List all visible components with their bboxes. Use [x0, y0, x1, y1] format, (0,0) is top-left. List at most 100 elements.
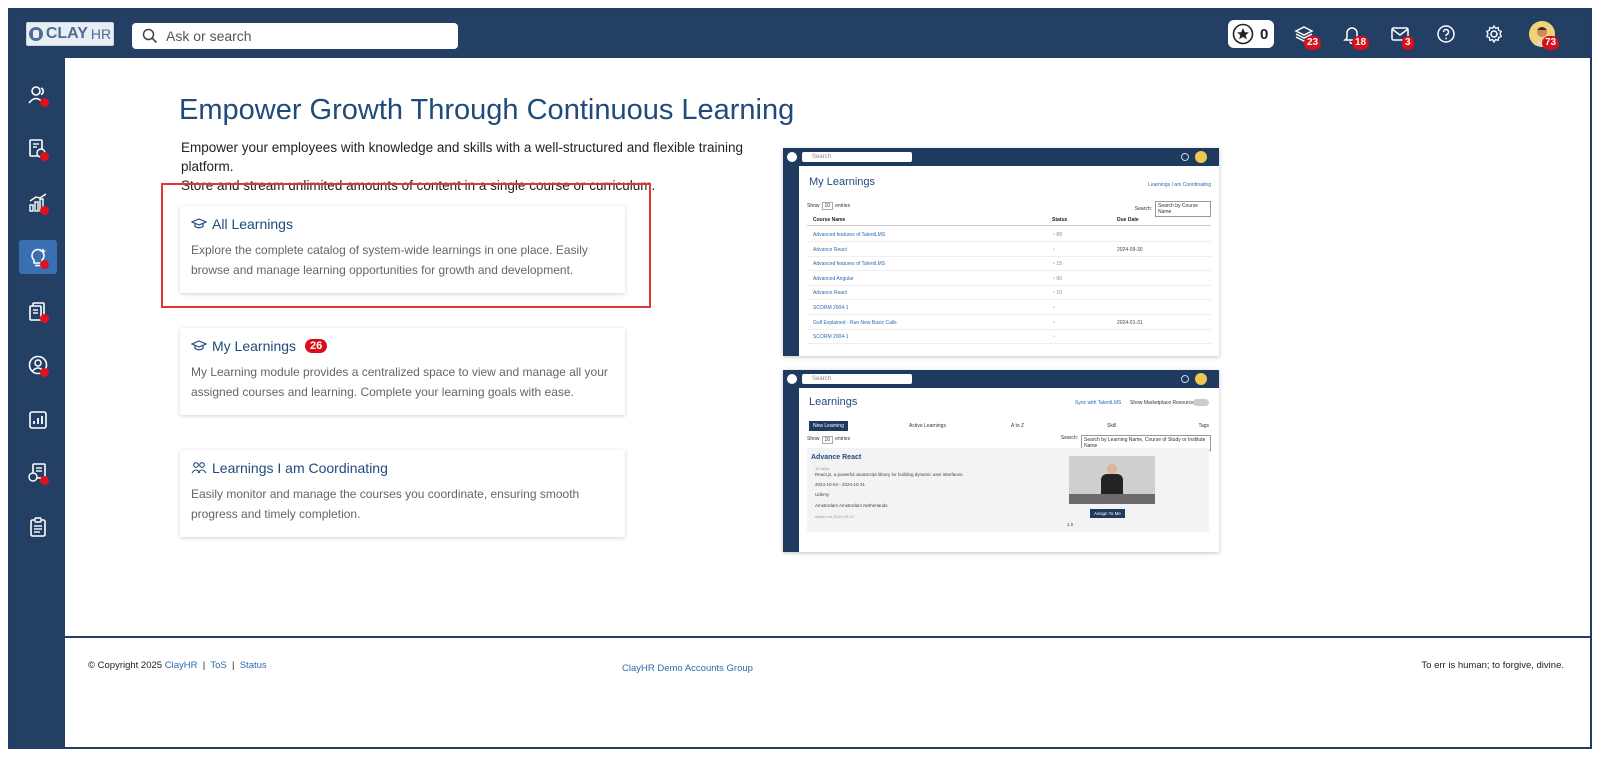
search-input[interactable] [166, 28, 446, 44]
table-row: Advanced features of TalentLMS ◔ 89 [807, 228, 1211, 242]
sidebar-dot [40, 98, 49, 107]
preview-table-header: Course Name Status Due Date [807, 214, 1211, 226]
bar-chart-icon [29, 411, 47, 429]
row-status: ◔ 10 [1052, 290, 1062, 297]
preview-sidebar [783, 388, 799, 552]
course-type: Udemy [815, 492, 830, 497]
card-title: All Learnings [212, 216, 293, 232]
sidebar-dot [40, 260, 49, 269]
row-status: ◔ [1052, 246, 1056, 253]
sidebar-dot [40, 152, 49, 161]
card-title: My Learnings [212, 338, 297, 354]
graduation-cap-icon [191, 340, 207, 351]
my-learnings-count-badge: 26 [305, 339, 328, 353]
settings-button[interactable] [1480, 20, 1508, 48]
avatar-badge: 73 [1542, 36, 1560, 50]
status-link[interactable]: Status [240, 660, 267, 671]
global-search[interactable] [132, 23, 458, 49]
preview-topbar: Search [783, 148, 1219, 166]
card-coordinating[interactable]: Learnings I am Coordinating Easily monit… [180, 450, 625, 537]
show-label: Show [807, 436, 820, 442]
preview-gear-icon [1181, 375, 1189, 383]
row-status: ◔ [1052, 305, 1056, 311]
app-window: CLAY HR 0 23 18 3 7 [8, 8, 1592, 749]
row-course-name: Golf Explained - Run New Basic Calls [813, 319, 897, 326]
table-row: Golf Explained - Run New Basic Calls ◔ 20… [807, 316, 1211, 330]
row-course-name: Advanced Angular [813, 275, 854, 282]
preview-filter-skill: Skill [1107, 423, 1117, 429]
table-row: Advanced features of TalentLMS ◔ 15 [807, 257, 1211, 272]
course-video-thumbnail [1069, 456, 1155, 504]
help-button[interactable] [1432, 20, 1460, 48]
points-pill[interactable]: 0 [1228, 20, 1274, 48]
table-row: Advance React ◔ 2024-09-30 [807, 243, 1211, 257]
messages-button[interactable]: 3 [1386, 20, 1414, 50]
card-all-learnings[interactable]: All Learnings Explore the complete catal… [180, 206, 625, 293]
row-status: ◔ [1052, 319, 1056, 326]
preview-show-entries: Show 10 entries [807, 202, 850, 210]
row-status: ◔ 15 [1052, 261, 1062, 268]
sidebar-item-profile[interactable] [19, 348, 57, 382]
preview-topbar: Search [783, 370, 1219, 388]
sidebar-item-checklist[interactable] [19, 510, 57, 544]
sidebar-item-reports[interactable] [19, 403, 57, 437]
card-description: Explore the complete catalog of system-w… [191, 243, 588, 277]
sidebar-item-documents[interactable] [19, 294, 57, 328]
clayhr-logo[interactable]: CLAY HR [26, 22, 114, 46]
clayhr-link[interactable]: ClayHR [165, 660, 198, 671]
preview-title: Learnings [809, 396, 858, 408]
sidebar-dot [40, 206, 49, 215]
subtitle-line-1: Empower your employees with knowledge an… [181, 140, 744, 174]
row-status: ◔ 90 [1052, 275, 1062, 282]
sidebar-item-recruiting[interactable] [19, 456, 57, 490]
preview-logo-icon [787, 374, 797, 384]
footer-left: © Copyright 2025 ClayHR | ToS | Status [88, 660, 267, 671]
user-avatar[interactable]: 73 [1528, 20, 1560, 50]
sidebar-item-learning[interactable] [19, 240, 57, 274]
card-my-learnings[interactable]: My Learnings 26 My Learning module provi… [180, 328, 625, 415]
tos-link[interactable]: ToS [210, 660, 226, 671]
sidebar-item-performance[interactable] [19, 186, 57, 220]
row-course-name: Advance React [813, 246, 847, 253]
preview-search: Search [802, 152, 912, 162]
footer-separator: | [231, 660, 235, 671]
preview-filter-active: Active Learnings [909, 423, 946, 429]
entries-label: entries [835, 436, 851, 442]
preview-link: Learnings I am Coordinating [1148, 182, 1211, 188]
courses-button[interactable]: 23 [1290, 20, 1322, 50]
table-row: Advance React ◔ 10 [807, 286, 1211, 301]
preview-show-entries: Show 10 entries [807, 436, 850, 444]
sidebar-item-people[interactable] [19, 78, 57, 112]
table-row: SCORM 2004-1 ◔ [807, 301, 1211, 315]
sidebar [10, 58, 65, 747]
users-group-icon [191, 462, 207, 474]
entries-select: 10 [821, 202, 834, 210]
graduation-cap-icon [191, 218, 207, 229]
help-icon [1437, 25, 1455, 43]
course-desc: React.js, a powerful JavaScript library … [815, 472, 964, 477]
course-title: Advance React [811, 454, 862, 461]
assign-button: Assign To Me [1090, 509, 1125, 518]
row-course-name: Advanced features of TalentLMS [813, 261, 886, 268]
row-status: ◔ 89 [1052, 232, 1062, 238]
logo-mark-icon [28, 27, 43, 41]
sidebar-item-timesheet[interactable] [19, 132, 57, 166]
table-row: Advanced Angular ◔ 90 [807, 272, 1211, 286]
preview-title: My Learnings [809, 176, 876, 188]
preview-gear-icon [1181, 153, 1189, 161]
footer-group: ClayHR Demo Accounts Group [622, 663, 753, 674]
preview-tags: Tags [1198, 423, 1209, 429]
row-status: ◔ [1052, 334, 1056, 341]
entries-label: entries [835, 203, 851, 209]
sidebar-dot [40, 314, 49, 323]
footer-separator: | [202, 660, 206, 671]
preview-new-button: New Learning [809, 421, 848, 431]
sidebar-dot [40, 368, 49, 377]
notifications-button[interactable]: 18 [1338, 20, 1370, 50]
row-due: 2024-01-31 [1117, 319, 1143, 326]
courses-badge: 23 [1304, 36, 1322, 50]
entries-select: 10 [821, 436, 834, 444]
row-course-name: SCORM 2004-1 [813, 334, 849, 341]
col-due: Due Date [1117, 217, 1139, 223]
course-added: Added on 2024-09-13 [815, 514, 854, 519]
